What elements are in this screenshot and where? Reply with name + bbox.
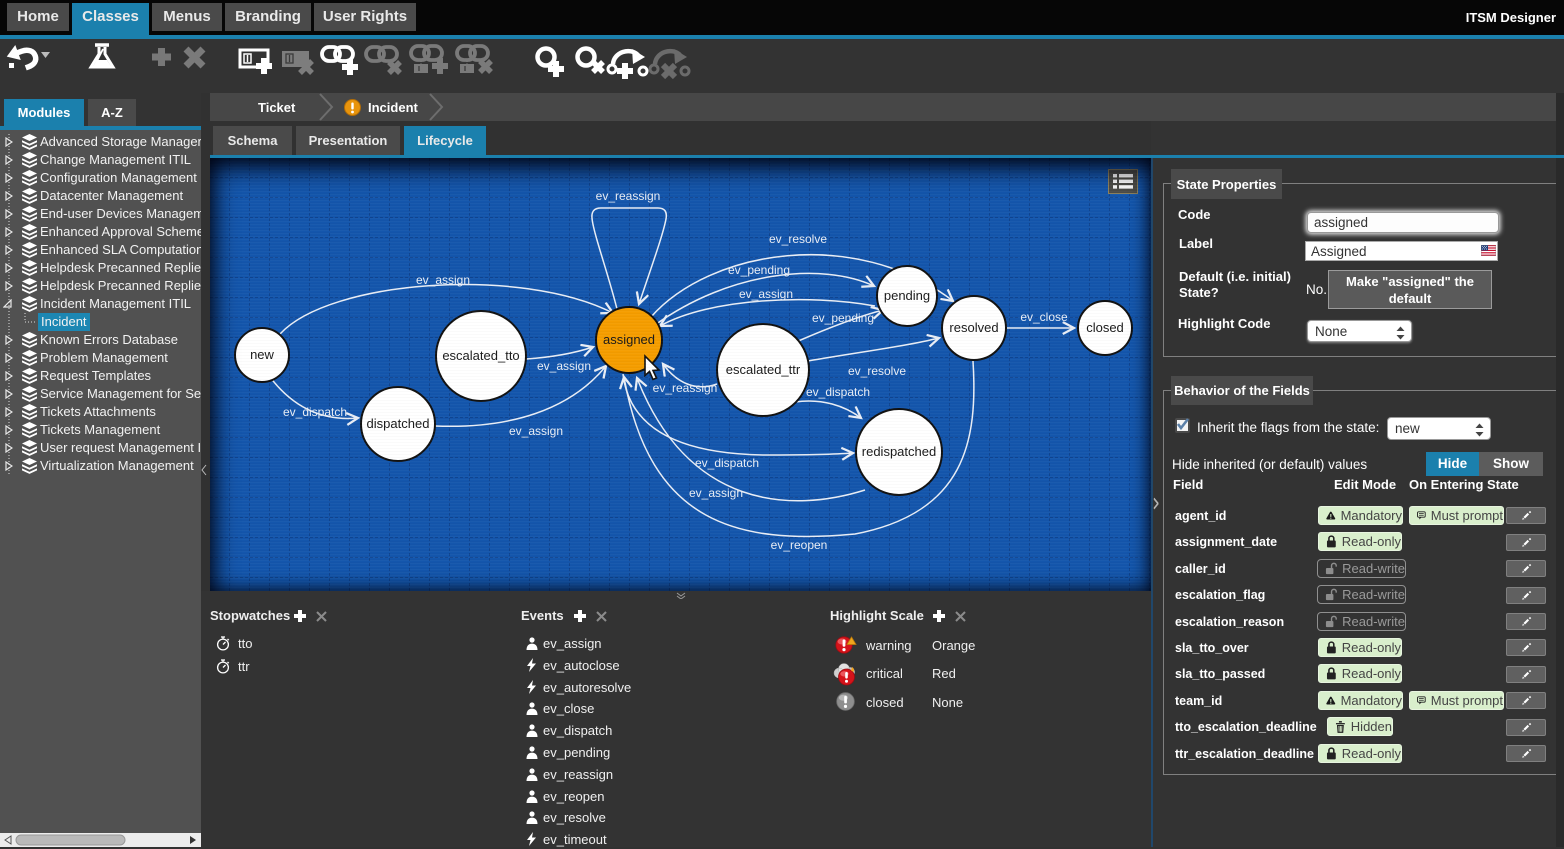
svg-text:ev_pending: ev_pending [728, 263, 790, 277]
svg-text:ev_dispatch: ev_dispatch [695, 456, 759, 470]
svg-text:closed: closed [1086, 320, 1124, 335]
svg-text:ev_assign: ev_assign [739, 287, 793, 301]
svg-text:ev_resolve: ev_resolve [769, 232, 827, 246]
svg-text:ev_assign: ev_assign [537, 359, 591, 373]
svg-text:escalated_ttr: escalated_ttr [726, 362, 801, 377]
svg-text:dispatched: dispatched [367, 416, 430, 431]
svg-text:ev_dispatch: ev_dispatch [806, 385, 870, 399]
svg-text:ev_assign: ev_assign [416, 273, 470, 287]
svg-text:ev_reopen: ev_reopen [771, 538, 828, 552]
svg-text:ev_pending: ev_pending [812, 311, 874, 325]
svg-text:assigned: assigned [603, 332, 655, 347]
svg-text:new: new [250, 347, 274, 362]
svg-text:ev_assign: ev_assign [689, 486, 743, 500]
svg-text:ev_dispatch: ev_dispatch [283, 405, 347, 419]
svg-text:ev_resolve: ev_resolve [848, 364, 906, 378]
svg-text:ev_assign: ev_assign [509, 424, 563, 438]
svg-text:ev_close: ev_close [1020, 310, 1068, 324]
svg-text:escalated_tto: escalated_tto [442, 348, 519, 363]
svg-text:pending: pending [884, 288, 930, 303]
svg-text:resolved: resolved [949, 320, 998, 335]
svg-text:ev_reassign: ev_reassign [653, 381, 718, 395]
svg-text:ev_reassign: ev_reassign [596, 189, 661, 203]
svg-text:redispatched: redispatched [862, 444, 936, 459]
